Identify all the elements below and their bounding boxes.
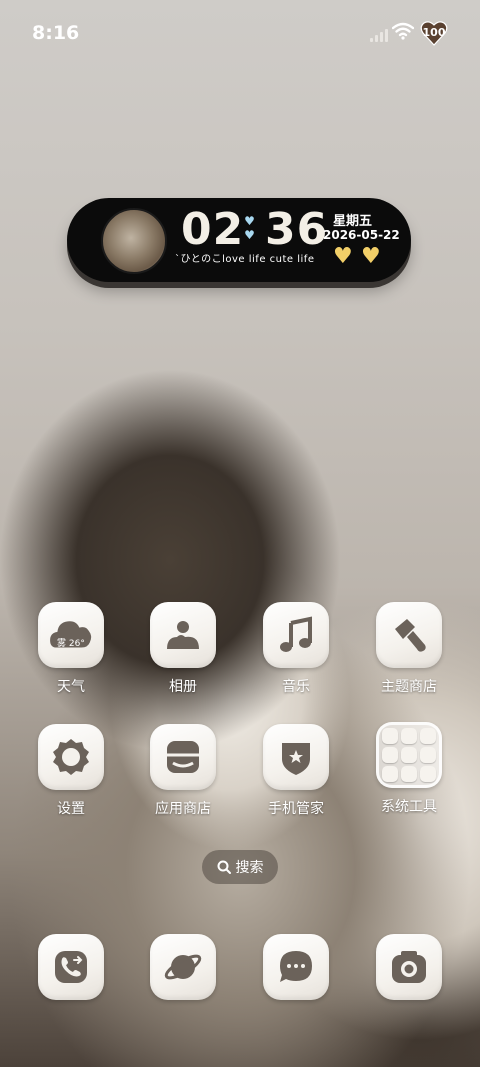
- folder-icon[interactable]: [376, 722, 442, 788]
- clock-hours: 02: [181, 204, 245, 255]
- clock-widget[interactable]: 02 ♥ ♥ 36 星期五 2026-05-22 `ひとのこlove life c…: [67, 198, 411, 282]
- photo-icon: [167, 621, 199, 649]
- yellow-heart-icon: ♥: [333, 244, 353, 269]
- signal-icon: [370, 28, 388, 42]
- shield-star-icon: [282, 743, 310, 775]
- app-label: 相册: [169, 679, 197, 695]
- cat-avatar: [101, 208, 167, 274]
- phone-manager-tile[interactable]: [263, 724, 329, 790]
- store-box-icon: [167, 741, 199, 773]
- settings-tile[interactable]: [38, 724, 104, 790]
- app-label: 天气: [57, 679, 85, 695]
- dock-phone[interactable]: [26, 934, 116, 1000]
- theme-store-tile[interactable]: [376, 602, 442, 668]
- app-label: 音乐: [282, 679, 310, 695]
- weather-tile[interactable]: [38, 602, 104, 668]
- app-store[interactable]: 应用商店: [138, 724, 228, 818]
- search-button[interactable]: 搜索: [202, 850, 278, 884]
- planet-icon: [164, 954, 202, 980]
- phone-tile[interactable]: [38, 934, 104, 1000]
- messages-tile[interactable]: [263, 934, 329, 1000]
- app-system-tools-folder[interactable]: 系统工具: [364, 722, 454, 816]
- status-bar: 8:16 100: [0, 0, 480, 68]
- app-phone-manager[interactable]: 手机管家: [251, 724, 341, 818]
- app-label: 手机管家: [268, 801, 324, 817]
- heart-separator: ♥ ♥: [244, 214, 256, 242]
- widget-weekday: 星期五: [333, 214, 373, 229]
- app-label: 设置: [57, 801, 85, 817]
- dock-browser[interactable]: [138, 934, 228, 1000]
- widget-tagline: `ひとのこlove life cute life: [175, 254, 315, 265]
- app-label: 系统工具: [381, 799, 437, 815]
- music-note-icon: [280, 616, 312, 652]
- camera-tile[interactable]: [376, 934, 442, 1000]
- gear-icon: [53, 739, 89, 775]
- app-settings[interactable]: 设置: [26, 724, 116, 818]
- status-time: 8:16: [32, 22, 80, 44]
- paintbrush-icon: [395, 619, 426, 652]
- app-gallery[interactable]: 相册: [138, 602, 228, 696]
- yellow-heart-icon: ♥: [361, 244, 381, 269]
- app-store-tile[interactable]: [150, 724, 216, 790]
- clock-minutes: 36: [265, 204, 329, 255]
- weather-cloud-icon: [50, 621, 92, 648]
- app-theme-store[interactable]: 主题商店: [364, 602, 454, 696]
- phone-icon: [55, 951, 87, 983]
- search-icon: [217, 860, 231, 874]
- dock-messages[interactable]: [251, 934, 341, 1000]
- wallpaper-cat-photo: [0, 0, 480, 1067]
- app-label: 应用商店: [155, 801, 211, 817]
- wifi-icon: [392, 22, 414, 40]
- search-label: 搜索: [235, 860, 264, 876]
- battery-level: 100: [422, 26, 446, 39]
- gallery-tile[interactable]: [150, 602, 216, 668]
- app-weather[interactable]: 雾 26° 天气: [26, 602, 116, 696]
- widget-date: 2026-05-22: [323, 228, 400, 242]
- camera-icon: [392, 951, 426, 983]
- weather-reading: 雾 26°: [57, 639, 85, 649]
- chat-bubble-icon: [280, 951, 312, 982]
- battery-heart-icon: 100: [420, 20, 448, 46]
- app-music[interactable]: 音乐: [251, 602, 341, 696]
- music-tile[interactable]: [263, 602, 329, 668]
- app-label: 主题商店: [381, 679, 437, 695]
- browser-tile[interactable]: [150, 934, 216, 1000]
- dock-camera[interactable]: [364, 934, 454, 1000]
